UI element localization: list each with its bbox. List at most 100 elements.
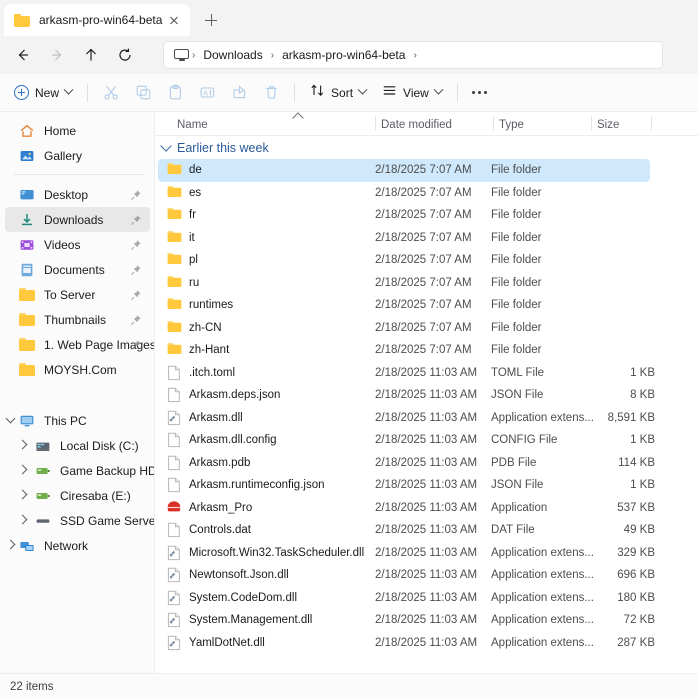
file-name-cell[interactable]: System.Management.dll	[158, 612, 375, 628]
breadcrumb-current-folder[interactable]: arkasm-pro-win64-beta	[275, 48, 412, 62]
table-row[interactable]: runtimes 2/18/2025 7:07 AM File folder	[158, 294, 650, 317]
file-name-cell[interactable]: Arkasm.pdb	[158, 455, 375, 471]
pin-icon[interactable]	[130, 213, 142, 225]
chevron-right-icon[interactable]	[17, 439, 28, 450]
table-row[interactable]: pl 2/18/2025 7:07 AM File folder	[158, 249, 650, 272]
sidebar-item-videos[interactable]: Videos	[5, 232, 150, 257]
table-row[interactable]: es 2/18/2025 7:07 AM File folder	[158, 182, 650, 205]
table-row[interactable]: zh-CN 2/18/2025 7:07 AM File folder	[158, 317, 650, 340]
sidebar-item-to-server[interactable]: To Server	[5, 282, 150, 307]
breadcrumb-downloads[interactable]: Downloads	[196, 48, 269, 62]
file-type-cell: File folder	[491, 321, 542, 334]
column-header-name[interactable]: Name	[155, 112, 375, 135]
sort-button[interactable]: Sort	[302, 79, 374, 107]
file-name-cell[interactable]: zh-Hant	[158, 342, 375, 358]
file-type-cell: Application extens...	[491, 636, 594, 649]
sidebar-item-network[interactable]: Network	[5, 533, 150, 558]
file-name-cell[interactable]: de	[158, 162, 375, 178]
sidebar-item-this-pc[interactable]: This PC	[5, 408, 150, 433]
this-pc-icon[interactable]	[174, 48, 189, 62]
file-name-cell[interactable]: Microsoft.Win32.TaskScheduler.dll	[158, 545, 375, 561]
file-name-cell[interactable]: it	[158, 230, 375, 246]
table-row[interactable]: fr 2/18/2025 7:07 AM File folder	[158, 204, 650, 227]
pin-icon[interactable]	[130, 263, 142, 275]
chevron-right-icon[interactable]	[17, 464, 28, 475]
column-header-date-modified[interactable]: Date modified	[375, 112, 493, 135]
close-icon[interactable]	[164, 10, 184, 30]
sidebar-item-home[interactable]: Home	[5, 118, 150, 143]
file-name-cell[interactable]: .itch.toml	[158, 365, 375, 381]
file-name-label: ru	[189, 276, 200, 289]
table-row[interactable]: Arkasm.runtimeconfig.json 2/18/2025 11:03…	[158, 474, 655, 497]
tab-arkasm-pro-win64-beta[interactable]: arkasm-pro-win64-beta	[4, 4, 190, 36]
arrow-up-icon[interactable]	[76, 40, 106, 70]
chevron-down-icon[interactable]	[5, 413, 16, 424]
file-name-cell[interactable]: System.CodeDom.dll	[158, 590, 375, 606]
chevron-right-icon[interactable]	[5, 539, 16, 550]
plus-icon[interactable]	[199, 8, 223, 32]
sidebar-item-documents[interactable]: Documents	[5, 257, 150, 282]
table-row[interactable]: Arkasm.dll 2/18/2025 11:03 AM Application …	[158, 407, 655, 430]
navigation-pane[interactable]: Home Gallery Desktop Downloads Videos Do…	[0, 112, 155, 673]
pin-icon[interactable]	[130, 313, 142, 325]
arrow-left-icon[interactable]	[8, 40, 38, 70]
table-row[interactable]: it 2/18/2025 7:07 AM File folder	[158, 227, 650, 250]
table-row[interactable]: Newtonsoft.Json.dll 2/18/2025 11:03 AM App…	[158, 564, 655, 587]
table-row[interactable]: zh-Hant 2/18/2025 7:07 AM File folder	[158, 339, 650, 362]
sidebar-item-moysh-com[interactable]: MOYSH.Com	[5, 357, 150, 382]
file-name-cell[interactable]: pl	[158, 252, 375, 268]
file-name-cell[interactable]: Controls.dat	[158, 522, 375, 538]
table-row[interactable]: System.Management.dll 2/18/2025 11:03 AM A…	[158, 609, 655, 632]
table-row[interactable]: Microsoft.Win32.TaskScheduler.dll 2/18/20…	[158, 542, 655, 565]
file-name-cell[interactable]: zh-CN	[158, 320, 375, 336]
table-row[interactable]: System.CodeDom.dll 2/18/2025 11:03 AM Appl…	[158, 587, 655, 610]
sidebar-item-desktop[interactable]: Desktop	[5, 182, 150, 207]
file-name-cell[interactable]: Arkasm.runtimeconfig.json	[158, 477, 375, 493]
column-header-type[interactable]: Type	[493, 112, 591, 135]
file-name-cell[interactable]: YamlDotNet.dll	[158, 635, 375, 651]
table-row[interactable]: Arkasm.deps.json 2/18/2025 11:03 AM JSON F…	[158, 384, 655, 407]
address-bar[interactable]: › Downloads › arkasm-pro-win64-beta ›	[163, 41, 663, 69]
breadcrumb-separator[interactable]: ›	[412, 50, 417, 61]
table-row[interactable]: Arkasm_Pro 2/18/2025 11:03 AM Application 5…	[158, 497, 655, 520]
table-row[interactable]: Arkasm.pdb 2/18/2025 11:03 AM PDB File 114 …	[158, 452, 655, 475]
file-name-cell[interactable]: fr	[158, 207, 375, 223]
column-header-size[interactable]: Size	[591, 112, 651, 135]
group-header-earlier-this-week[interactable]: Earlier this week	[155, 136, 698, 159]
refresh-icon[interactable]	[110, 40, 140, 70]
file-type-cell: Application	[491, 501, 548, 514]
view-button[interactable]: View	[374, 79, 450, 107]
file-name-cell[interactable]: Arkasm.dll.config	[158, 432, 375, 448]
file-name-cell[interactable]: Arkasm_Pro	[158, 500, 375, 516]
sidebar-item-thumbnails[interactable]: Thumbnails	[5, 307, 150, 332]
pin-icon[interactable]	[130, 238, 142, 250]
file-name-cell[interactable]: Newtonsoft.Json.dll	[158, 567, 375, 583]
table-row[interactable]: Arkasm.dll.config 2/18/2025 11:03 AM CONFI…	[158, 429, 655, 452]
new-button[interactable]: New	[8, 79, 80, 107]
sidebar-item-gallery[interactable]: Gallery	[5, 143, 150, 168]
pin-icon[interactable]	[130, 338, 142, 350]
file-name-cell[interactable]: Arkasm.dll	[158, 410, 375, 426]
table-row[interactable]: ru 2/18/2025 7:07 AM File folder	[158, 272, 650, 295]
table-row[interactable]: de 2/18/2025 7:07 AM File folder	[158, 159, 650, 182]
chevron-right-icon[interactable]	[17, 514, 28, 525]
file-name-cell[interactable]: es	[158, 185, 375, 201]
chevron-down-icon[interactable]	[160, 139, 172, 152]
sidebar-item-game-backup-hd-d[interactable]: Game Backup HD (D:)	[5, 458, 155, 483]
file-name-cell[interactable]: ru	[158, 275, 375, 291]
table-row[interactable]: .itch.toml 2/18/2025 11:03 AM TOML File 1 K…	[158, 362, 655, 385]
sidebar-item-ciresaba-e[interactable]: Ciresaba (E:)	[5, 483, 150, 508]
table-row[interactable]: YamlDotNet.dll 2/18/2025 11:03 AM Applicat…	[158, 632, 655, 655]
pin-icon[interactable]	[130, 288, 142, 300]
sidebar-item-downloads[interactable]: Downloads	[5, 207, 150, 232]
file-name-cell[interactable]: Arkasm.deps.json	[158, 387, 375, 403]
see-more-button[interactable]	[465, 79, 495, 107]
sidebar-item-web-page-images[interactable]: 1. Web Page Images	[5, 332, 155, 357]
sidebar-item-local-disk-c[interactable]: Local Disk (C:)	[5, 433, 150, 458]
table-row[interactable]: Controls.dat 2/18/2025 11:03 AM DAT File 49…	[158, 519, 655, 542]
chevron-right-icon[interactable]	[17, 489, 28, 500]
file-name-label: pl	[189, 254, 198, 267]
pin-icon[interactable]	[130, 188, 142, 200]
sidebar-item-ssd-game-server-f[interactable]: SSD Game Server (F:)	[5, 508, 155, 533]
file-name-cell[interactable]: runtimes	[158, 297, 375, 313]
